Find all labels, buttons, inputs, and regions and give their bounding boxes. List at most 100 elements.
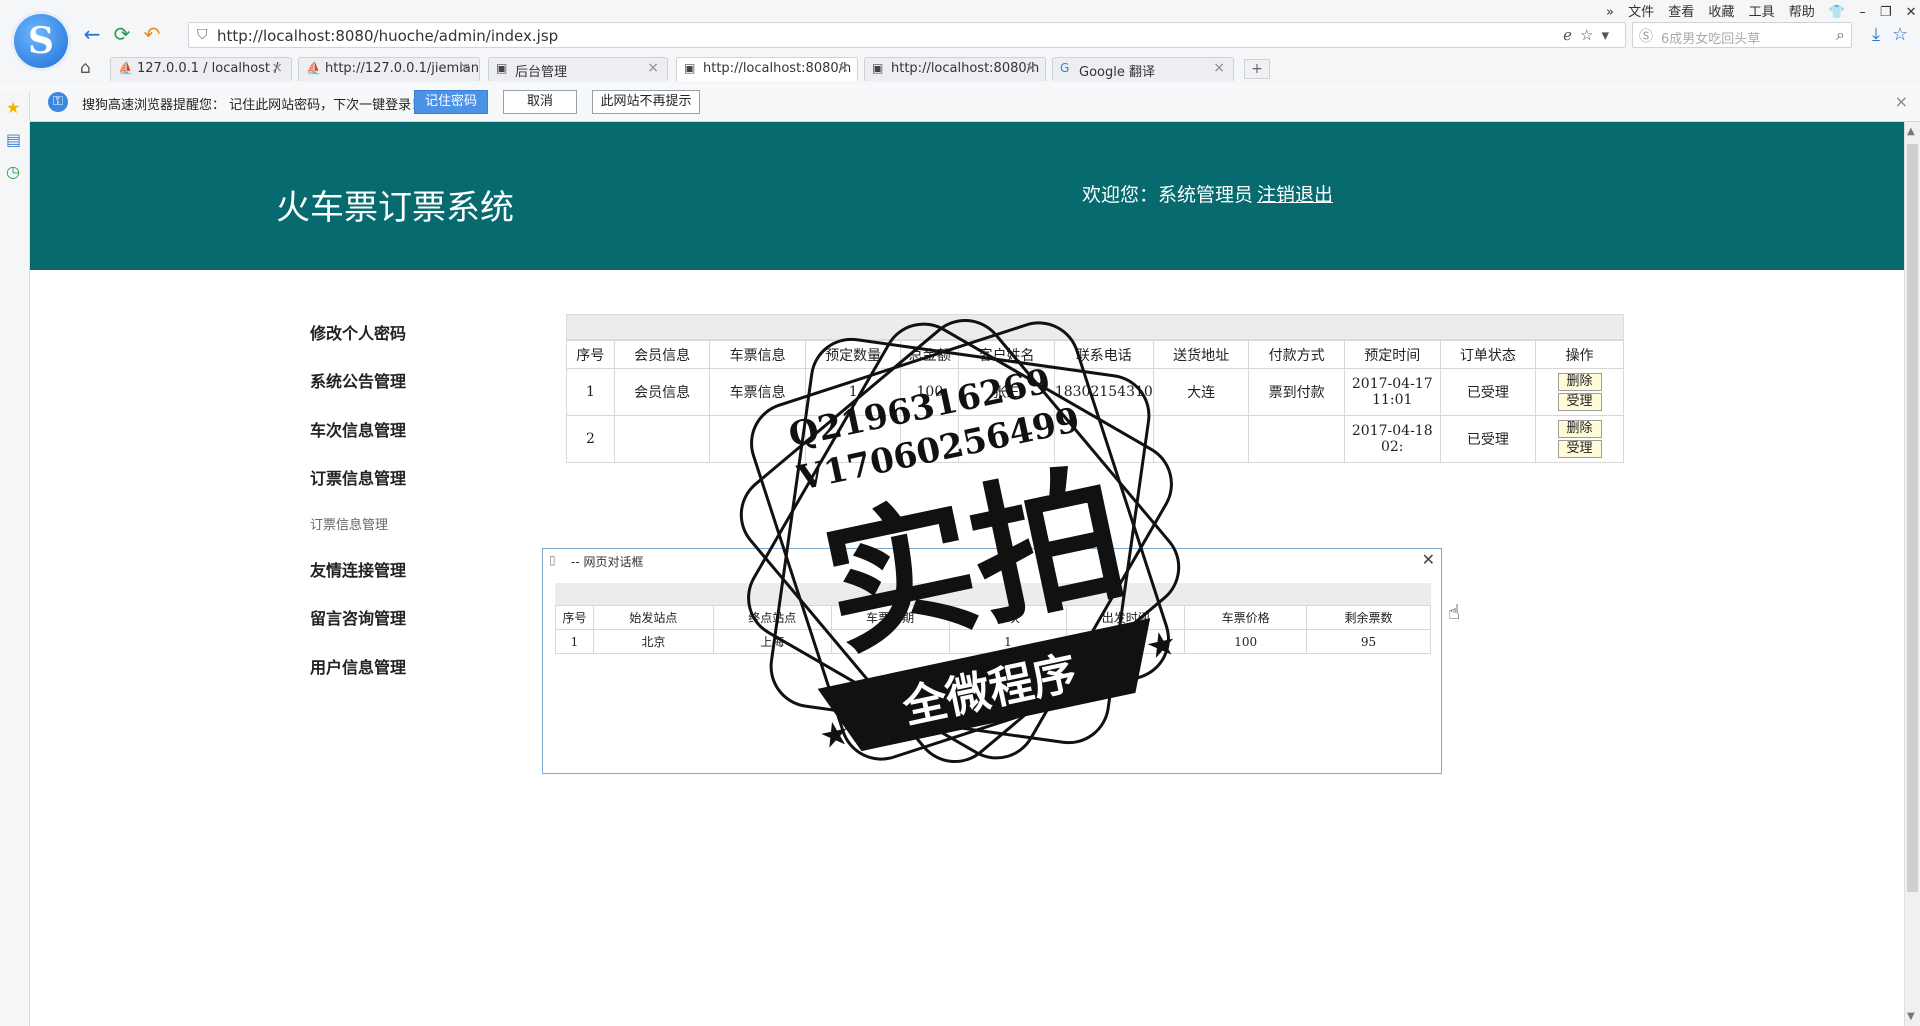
address-bar[interactable]: ⛉ http://localhost:8080/huoche/admin/ind… xyxy=(188,22,1626,48)
search-box[interactable]: Ⓢ 6成男女吃回头草 ⌕ xyxy=(1632,22,1852,48)
header-banner: 火车票订票系统 欢迎您：系统管理员 注销退出 xyxy=(30,122,1904,270)
menu-train-info[interactable]: 车次信息管理 xyxy=(310,417,406,441)
delete-button[interactable]: 删除 xyxy=(1557,373,1602,391)
favorites-star-icon[interactable]: ★ xyxy=(6,98,20,117)
download-star-icons[interactable]: ⤓☆ xyxy=(1872,24,1920,45)
infobar-message: 搜狗高速浏览器提醒您： 记住此网站密码，下次一键登录！ xyxy=(82,98,425,113)
col-op: 操作 xyxy=(1535,340,1624,369)
page-favicon-icon: ▣ xyxy=(872,61,884,75)
tab-close-icon[interactable]: × xyxy=(837,60,849,76)
reading-list-icon[interactable]: ▤ xyxy=(6,130,21,149)
undo-icon[interactable]: ↶ xyxy=(140,22,164,46)
search-input[interactable]: 6成男女吃回头草 xyxy=(1661,28,1760,47)
menu-change-password[interactable]: 修改个人密码 xyxy=(310,320,406,344)
dialog-title: -- 网页对话框 xyxy=(571,555,644,569)
ticket-info-link[interactable]: 车票信息 xyxy=(709,368,806,416)
menu-help[interactable]: 帮助 xyxy=(1789,5,1815,20)
col-member: 会员信息 xyxy=(613,340,711,369)
dialog-table-toolbar xyxy=(555,583,1431,605)
translate-favicon-icon: G xyxy=(1060,61,1070,75)
search-icon[interactable]: ⌕ xyxy=(1836,25,1845,45)
menu-messages[interactable]: 留言咨询管理 xyxy=(310,605,406,629)
tab-phpmyadmin[interactable]: ⛵ 127.0.0.1 / localhost / × xyxy=(110,57,292,81)
skin-icon[interactable]: 👕 xyxy=(1829,5,1845,20)
tab-localhost-active[interactable]: ▣ http://localhost:8080/h × xyxy=(676,57,858,81)
close-icon[interactable]: ✕ xyxy=(1422,550,1435,569)
menu-file[interactable]: 文件 xyxy=(1628,5,1654,20)
orders-table: 序号 会员信息 车票信息 预定数量 总金额 客户姓名 联系电话 送货地址 付款方… xyxy=(566,340,1624,463)
row-actions: 删除 受理 xyxy=(1535,415,1624,463)
ticket-table: 序号 始发站点 终点站点 车票日期 车次 出发时间 车票价格 剩余票数 1 北京… xyxy=(555,605,1431,654)
page-scrollbar[interactable]: ▲ ▼ xyxy=(1904,122,1920,1026)
ticket-header-row: 序号 始发站点 终点站点 车票日期 车次 出发时间 车票价格 剩余票数 xyxy=(555,605,1431,630)
tab-close-icon[interactable]: × xyxy=(1213,60,1225,76)
never-remind-button[interactable]: 此网站不再提示 xyxy=(592,90,700,114)
back-icon[interactable]: ← xyxy=(80,22,104,46)
browser-menu: » 文件 查看 收藏 工具 帮助 👕 – ❐ ✕ xyxy=(1596,1,1917,20)
menu-favorites[interactable]: 收藏 xyxy=(1708,5,1734,20)
scroll-up-icon[interactable]: ▲ xyxy=(1907,126,1915,137)
address-bar-icons[interactable]: ℯ☆▾ xyxy=(1563,26,1617,44)
home-icon[interactable]: ⌂ xyxy=(80,58,91,78)
address-url[interactable]: http://localhost:8080/huoche/admin/index… xyxy=(217,27,558,45)
menu-tools[interactable]: 工具 xyxy=(1749,5,1775,20)
tab-close-icon[interactable]: × xyxy=(271,60,283,76)
col-status: 订单状态 xyxy=(1439,340,1537,369)
orders-header-row: 序号 会员信息 车票信息 预定数量 总金额 客户姓名 联系电话 送货地址 付款方… xyxy=(566,340,1624,369)
menu-users[interactable]: 用户信息管理 xyxy=(310,654,406,678)
member-info-link[interactable]: 会员信息 xyxy=(613,368,711,416)
col-ticket: 车票信息 xyxy=(709,340,806,369)
tab-google-translate[interactable]: G Google 翻译 × xyxy=(1052,57,1234,81)
remember-password-button[interactable]: 记住密码 xyxy=(414,90,488,114)
dialog-titlebar[interactable]: ▯ -- 网页对话框 ✕ xyxy=(543,549,1441,571)
close-window-icon[interactable]: ✕ xyxy=(1906,5,1917,20)
tab-admin[interactable]: ▣ 后台管理 × xyxy=(488,57,668,81)
mouse-cursor-icon: ☝ xyxy=(1448,600,1461,624)
refresh-icon[interactable]: ⟳ xyxy=(110,22,134,46)
scroll-down-icon[interactable]: ▼ xyxy=(1907,1011,1915,1022)
tab-close-icon[interactable]: × xyxy=(647,60,659,76)
page-favicon-icon: ▣ xyxy=(496,61,508,75)
menu-booking-info[interactable]: 订票信息管理 xyxy=(310,465,406,489)
submenu-booking-info[interactable]: 订票信息管理 xyxy=(310,514,388,533)
page-icon: ▯ xyxy=(549,553,556,567)
logout-link[interactable]: 注销退出 xyxy=(1257,184,1333,206)
pma-favicon-icon: ⛵ xyxy=(118,61,133,75)
web-dialog: ▯ -- 网页对话框 ✕ 序号 始发站点 终点站点 车票日期 车次 出发时间 车… xyxy=(542,548,1442,774)
tab-close-icon[interactable]: × xyxy=(1025,60,1037,76)
col-no: 序号 xyxy=(566,340,615,369)
history-clock-icon[interactable]: ◷ xyxy=(6,162,20,181)
menu-friend-links[interactable]: 友情连接管理 xyxy=(310,557,406,581)
accept-button[interactable]: 受理 xyxy=(1557,393,1602,411)
orders-table-wrap: 序号 会员信息 车票信息 预定数量 总金额 客户姓名 联系电话 送货地址 付款方… xyxy=(566,314,1624,463)
welcome-text: 欢迎您：系统管理员 xyxy=(1082,184,1254,206)
browser-chrome: S » 文件 查看 收藏 工具 帮助 👕 – ❐ ✕ ← ⟳ ↶ ⛉ http:… xyxy=(0,0,1920,122)
new-tab-button[interactable]: + xyxy=(1244,59,1270,79)
key-icon: ⚿ xyxy=(48,92,68,112)
scrollbar-thumb[interactable] xyxy=(1907,144,1918,892)
col-total: 总金额 xyxy=(900,340,960,369)
sogou-search-icon: Ⓢ xyxy=(1639,29,1653,45)
accept-button[interactable]: 受理 xyxy=(1557,440,1602,458)
tab-localhost[interactable]: ▣ http://localhost:8080/h × xyxy=(864,57,1046,81)
menu-view[interactable]: 查看 xyxy=(1668,5,1694,20)
cancel-button[interactable]: 取消 xyxy=(503,90,577,114)
tab-jiemian[interactable]: ⛵ http://127.0.0.1/jiemian × xyxy=(298,57,480,81)
minimize-icon[interactable]: – xyxy=(1859,5,1866,20)
tab-strip: ⌂ ⛵ 127.0.0.1 / localhost / × ⛵ http://12… xyxy=(0,56,1920,81)
col-pay: 付款方式 xyxy=(1248,340,1345,369)
page-favicon-icon: ▣ xyxy=(684,61,696,75)
table-row: 1 北京 上海 1 31 100 95 xyxy=(555,629,1431,654)
col-name: 客户姓名 xyxy=(958,340,1055,369)
browser-sidebar: ★ ▤ ◷ xyxy=(0,92,30,1026)
close-icon[interactable]: × xyxy=(1895,92,1908,111)
pma-favicon-icon: ⛵ xyxy=(306,61,321,75)
delete-button[interactable]: 删除 xyxy=(1557,420,1602,438)
col-qty: 预定数量 xyxy=(804,340,902,369)
site-title: 火车票订票系统 xyxy=(276,188,514,228)
menu-announcement[interactable]: 系统公告管理 xyxy=(310,368,406,392)
more-icon[interactable]: » xyxy=(1606,5,1614,20)
tab-close-icon[interactable]: × xyxy=(459,60,471,76)
security-shield-icon: ⛉ xyxy=(197,27,208,43)
restore-icon[interactable]: ❐ xyxy=(1880,5,1892,20)
